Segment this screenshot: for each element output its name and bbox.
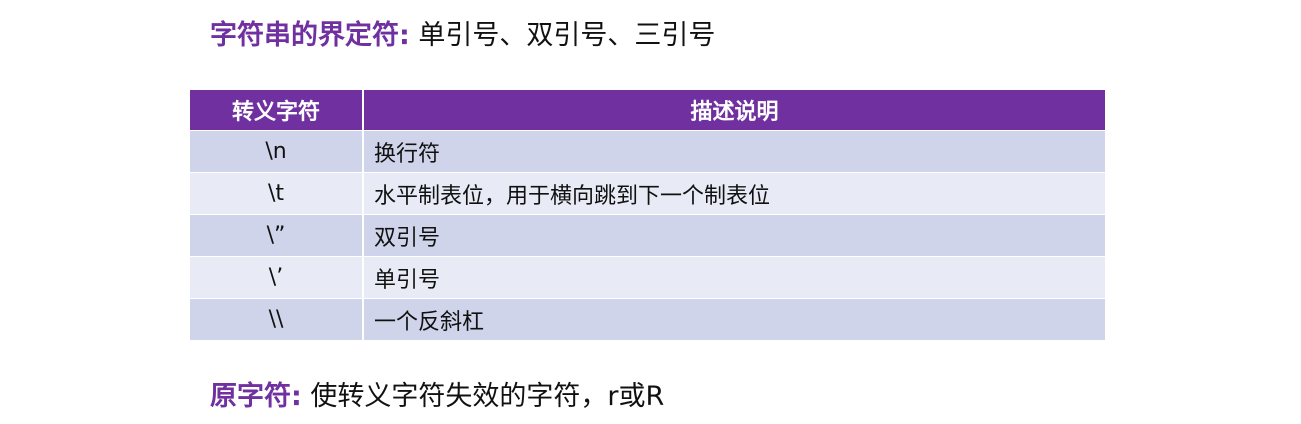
description-cell: 水平制表位，用于横向跳到下一个制表位 [363,172,1105,215]
escape-cell: \\ [190,298,364,341]
delimiter-text: 单引号、双引号、三引号 [418,20,716,51]
escape-cell: \’ [190,256,364,299]
delimiter-label: 字符串的界定符: [210,20,410,51]
table-row: \t 水平制表位，用于横向跳到下一个制表位 [190,172,1105,215]
table-row: \” 双引号 [190,214,1105,257]
raw-string-text: 使转义字符失效的字符，r或R [310,381,665,412]
header-description: 描述说明 [363,90,1105,131]
escape-cell: \n [190,130,364,173]
description-cell: 单引号 [363,256,1105,299]
escape-cell: \t [190,172,364,215]
escape-cell: \” [190,214,364,257]
escape-table: 转义字符 描述说明 \n 换行符 \t 水平制表位，用于横向跳到下一个制表位 \… [190,90,1105,341]
table-row: \\ 一个反斜杠 [190,298,1105,341]
table-header-row: 转义字符 描述说明 [190,90,1105,131]
raw-string-line: 原字符: 使转义字符失效的字符，r或R [210,379,664,415]
raw-string-label: 原字符: [210,381,302,412]
delimiter-line: 字符串的界定符: 单引号、双引号、三引号 [210,18,715,54]
description-cell: 一个反斜杠 [363,298,1105,341]
description-cell: 换行符 [363,130,1105,173]
header-escape-char: 转义字符 [190,90,364,131]
table-row: \’ 单引号 [190,256,1105,299]
description-cell: 双引号 [363,214,1105,257]
table-row: \n 换行符 [190,130,1105,173]
